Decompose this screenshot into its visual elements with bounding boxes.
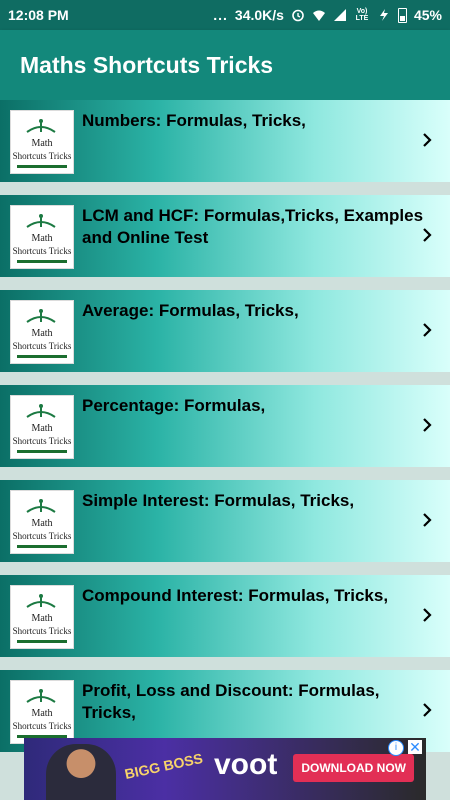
ad-banner[interactable]: BIGG BOSS voot DOWNLOAD NOW i ✕ xyxy=(24,738,426,800)
thumb-divider xyxy=(17,165,67,168)
chevron-right-icon xyxy=(423,133,432,147)
thumb-divider xyxy=(17,450,67,453)
thumb-divider xyxy=(17,545,67,548)
chevron-right-icon xyxy=(423,513,432,527)
book-icon xyxy=(26,499,56,513)
volte-icon: Vo) LTE xyxy=(355,8,369,22)
status-dots: ... xyxy=(213,7,228,23)
app-logo-thumbnail: Math Shortcuts Tricks xyxy=(10,395,74,459)
thumb-divider xyxy=(17,640,67,643)
app-logo-thumbnail: Math Shortcuts Tricks xyxy=(10,585,74,649)
battery-percent: 45% xyxy=(413,7,442,23)
book-icon xyxy=(26,404,56,418)
alarm-icon xyxy=(292,9,304,22)
list-item-title: LCM and HCF: Formulas,Tricks, Examples a… xyxy=(82,206,424,247)
thumb-text-shortcuts: Shortcuts Tricks xyxy=(12,531,72,541)
network-speed: 34.0K/s xyxy=(234,7,284,23)
list-item-compound-interest[interactable]: Math Shortcuts Tricks Compound Interest:… xyxy=(0,575,450,657)
thumb-text-math: Math xyxy=(31,233,53,244)
list-item-simple-interest[interactable]: Math Shortcuts Tricks Simple Interest: F… xyxy=(0,480,450,562)
chevron-right-icon xyxy=(423,228,432,242)
ad-download-button[interactable]: DOWNLOAD NOW xyxy=(293,754,414,782)
thumb-text-shortcuts: Shortcuts Tricks xyxy=(12,626,72,636)
list-item-title: Numbers: Formulas, Tricks, xyxy=(82,111,306,130)
list-item-title: Simple Interest: Formulas, Tricks, xyxy=(82,491,355,510)
thumb-text-shortcuts: Shortcuts Tricks xyxy=(12,721,72,731)
thumb-text-shortcuts: Shortcuts Tricks xyxy=(12,341,72,351)
app-logo-thumbnail: Math Shortcuts Tricks xyxy=(10,490,74,554)
ad-info-icon[interactable]: i xyxy=(388,740,404,756)
list-item-title: Percentage: Formulas, xyxy=(82,396,266,415)
chevron-right-icon xyxy=(423,323,432,337)
ad-show-logo: BIGG BOSS xyxy=(123,749,205,783)
status-bar: 12:08 PM ... 34.0K/s Vo) LTE 45% xyxy=(0,0,450,30)
list-item-percentage[interactable]: Math Shortcuts Tricks Percentage: Formul… xyxy=(0,385,450,467)
app-logo-thumbnail: Math Shortcuts Tricks xyxy=(10,110,74,174)
app-logo-thumbnail: Math Shortcuts Tricks xyxy=(10,205,74,269)
list-item-title: Profit, Loss and Discount: Formulas, Tri… xyxy=(82,681,380,722)
chevron-right-icon xyxy=(423,608,432,622)
wifi-icon xyxy=(312,10,325,21)
ad-brand-logo: voot xyxy=(214,748,278,781)
thumb-text-math: Math xyxy=(31,613,53,624)
thumb-divider xyxy=(17,260,67,263)
thumb-text-shortcuts: Shortcuts Tricks xyxy=(12,246,72,256)
ad-close-icon[interactable]: ✕ xyxy=(408,740,422,754)
status-time: 12:08 PM xyxy=(8,7,69,23)
book-icon xyxy=(26,594,56,608)
thumb-text-shortcuts: Shortcuts Tricks xyxy=(12,436,72,446)
thumb-text-math: Math xyxy=(31,708,53,719)
thumb-text-math: Math xyxy=(31,518,53,529)
ad-person-image xyxy=(46,744,116,800)
app-logo-thumbnail: Math Shortcuts Tricks xyxy=(10,680,74,744)
chevron-right-icon xyxy=(423,703,432,717)
topic-list: Math Shortcuts Tricks Numbers: Formulas,… xyxy=(0,100,450,765)
list-item-title: Compound Interest: Formulas, Tricks, xyxy=(82,586,389,605)
list-item-average[interactable]: Math Shortcuts Tricks Average: Formulas,… xyxy=(0,290,450,372)
status-right: ... 34.0K/s Vo) LTE 45% xyxy=(213,7,442,23)
book-icon xyxy=(26,119,56,133)
list-item-title: Average: Formulas, Tricks, xyxy=(82,301,299,320)
book-icon xyxy=(26,689,56,703)
app-logo-thumbnail: Math Shortcuts Tricks xyxy=(10,300,74,364)
page-title: Maths Shortcuts Tricks xyxy=(20,52,274,78)
book-icon xyxy=(26,309,56,323)
thumb-text-math: Math xyxy=(31,423,53,434)
app-bar: Maths Shortcuts Tricks xyxy=(0,30,450,100)
chevron-right-icon xyxy=(423,418,432,432)
thumb-text-shortcuts: Shortcuts Tricks xyxy=(12,151,72,161)
thumb-text-math: Math xyxy=(31,138,53,149)
signal-icon xyxy=(333,9,346,21)
list-item-numbers[interactable]: Math Shortcuts Tricks Numbers: Formulas,… xyxy=(0,100,450,182)
thumb-text-math: Math xyxy=(31,328,53,339)
book-icon xyxy=(26,214,56,228)
battery-icon xyxy=(397,7,407,23)
thumb-divider xyxy=(17,355,67,358)
list-item-lcm-hcf[interactable]: Math Shortcuts Tricks LCM and HCF: Formu… xyxy=(0,195,450,277)
charging-icon xyxy=(379,9,388,21)
